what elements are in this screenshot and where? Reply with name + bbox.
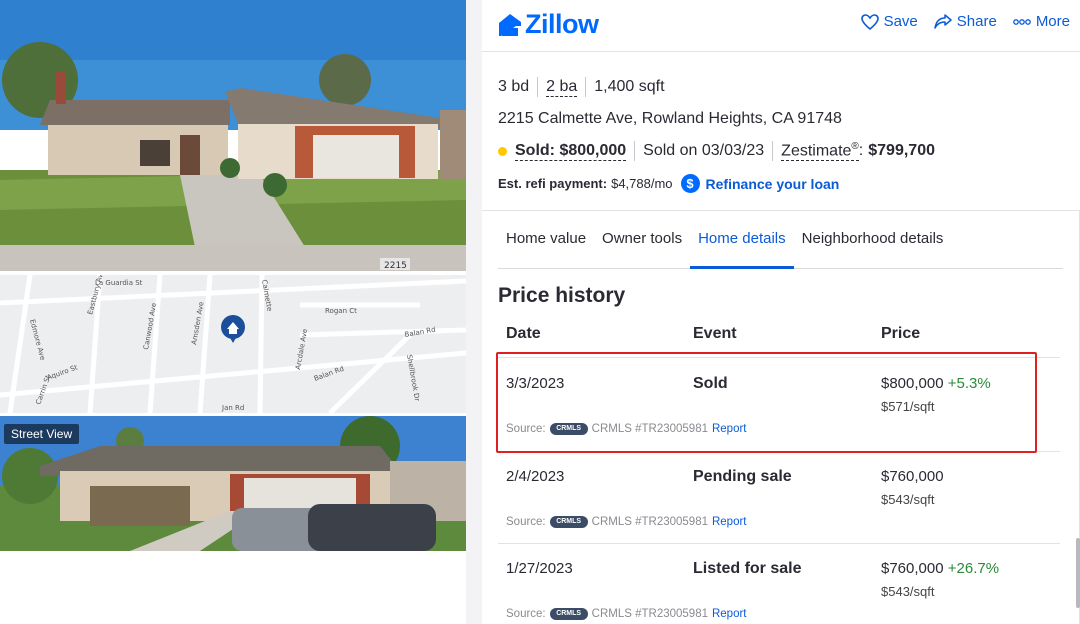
sold-price[interactable]: Sold: $800,000	[515, 142, 627, 161]
zillow-logo[interactable]: Zillow	[498, 9, 599, 40]
more-label: More	[1035, 13, 1070, 30]
main-photo[interactable]: 2215	[0, 0, 466, 271]
tab-home-details[interactable]: Home details	[690, 222, 794, 269]
table-row: 1/27/2023 Listed for sale $760,000 +26.7…	[498, 542, 1060, 624]
row-source: Source: CRMLS CRMLS #TR23005981 Report	[506, 608, 747, 620]
heart-icon	[860, 13, 879, 30]
divider	[466, 0, 482, 624]
tab-owner-tools[interactable]: Owner tools	[594, 222, 690, 269]
logo-text: Zillow	[525, 9, 599, 39]
scrollbar[interactable]	[1076, 538, 1080, 608]
map-label: Jan Rd	[221, 404, 244, 412]
row-price-per-sqft: $543/sqft	[881, 584, 935, 599]
row-price: $760,000 +26.7%	[881, 560, 999, 577]
row-price-per-sqft: $543/sqft	[881, 492, 935, 507]
home-facts: 3 bd 2 ba 1,400 sqft	[498, 77, 665, 97]
details-panel: Zillow Save Share More 3 bd 2 ba 1,400 s…	[482, 0, 1080, 624]
sale-status: Sold: $800,000 Sold on 03/03/23 Zestimat…	[498, 141, 935, 162]
sold-date: Sold on 03/03/23	[643, 142, 765, 160]
save-button[interactable]: Save	[860, 13, 918, 30]
more-button[interactable]: More	[1012, 13, 1070, 30]
dollar-icon: $	[680, 174, 700, 193]
share-icon	[934, 13, 952, 29]
table-row: 2/4/2023 Pending sale $760,000 $543/sqft…	[498, 450, 1060, 544]
zillow-logo-icon	[499, 13, 521, 36]
source-id: CRMLS #TR23005981	[591, 516, 708, 528]
house-number: 2215	[384, 261, 407, 271]
map-thumbnail[interactable]: La Guardia St Edmore Ave Eastbury Ave Ca…	[0, 275, 466, 413]
row-source: Source: CRMLS CRMLS #TR23005981 Report	[506, 516, 747, 528]
refi-value: $4,788/mo	[611, 176, 673, 191]
sqft: 1,400 sqft	[594, 78, 665, 95]
row-price-change: +26.7%	[947, 560, 1000, 577]
column-event: Event	[693, 325, 737, 342]
beds: 3 bd	[498, 78, 530, 95]
row-price-value: $760,000	[881, 468, 944, 485]
save-label: Save	[883, 13, 918, 30]
share-label: Share	[956, 13, 997, 30]
row-date: 1/27/2023	[506, 560, 573, 577]
map-label: Rogan Ct	[325, 307, 357, 315]
refi-label: Est. refi payment:	[498, 176, 608, 191]
source-prefix: Source:	[506, 608, 546, 620]
column-date: Date	[506, 325, 541, 342]
row-price: $760,000	[881, 468, 944, 485]
zestimate-label: Zestimate	[781, 142, 852, 160]
row-event: Listed for sale	[693, 560, 802, 577]
refi-row: Est. refi payment: $4,788/mo $ Refinance…	[498, 174, 839, 193]
column-price: Price	[881, 325, 921, 342]
media-column: 2215 La Guardia St Edmore Ave Eastbury A…	[0, 0, 466, 624]
price-history-title: Price history	[498, 284, 626, 307]
share-button[interactable]: Share	[934, 13, 997, 30]
registered-mark: ®	[851, 141, 859, 152]
address: 2215 Calmette Ave, Rowland Heights, CA 9…	[498, 110, 842, 127]
crmls-logo-icon: CRMLS	[549, 608, 588, 620]
refinance-link[interactable]: Refinance your loan	[706, 176, 840, 192]
tab-neighborhood-details[interactable]: Neighborhood details	[794, 222, 952, 269]
zestimate-value: $799,700	[868, 142, 935, 160]
zestimate-link[interactable]: Zestimate®	[781, 141, 859, 162]
report-link[interactable]: Report	[712, 608, 747, 620]
zestimate-colon: :	[858, 142, 864, 160]
more-dots-icon	[1012, 18, 1031, 25]
baths[interactable]: 2 ba	[546, 78, 578, 97]
top-bar: Zillow Save Share More	[482, 0, 1080, 52]
status-dot-icon	[498, 146, 507, 156]
street-view-label[interactable]: Street View	[4, 424, 80, 444]
source-prefix: Source:	[506, 516, 546, 528]
report-link[interactable]: Report	[712, 516, 747, 528]
tab-bar: Home value Owner tools Home details Neig…	[498, 222, 1063, 269]
row-date: 2/4/2023	[506, 468, 565, 485]
source-id: CRMLS #TR23005981	[591, 608, 708, 620]
tab-home-value[interactable]: Home value	[498, 222, 594, 269]
crmls-logo-icon: CRMLS	[549, 516, 588, 528]
row-event: Pending sale	[693, 468, 792, 485]
row-price-value: $760,000	[881, 560, 944, 577]
highlight-box	[496, 352, 1037, 453]
